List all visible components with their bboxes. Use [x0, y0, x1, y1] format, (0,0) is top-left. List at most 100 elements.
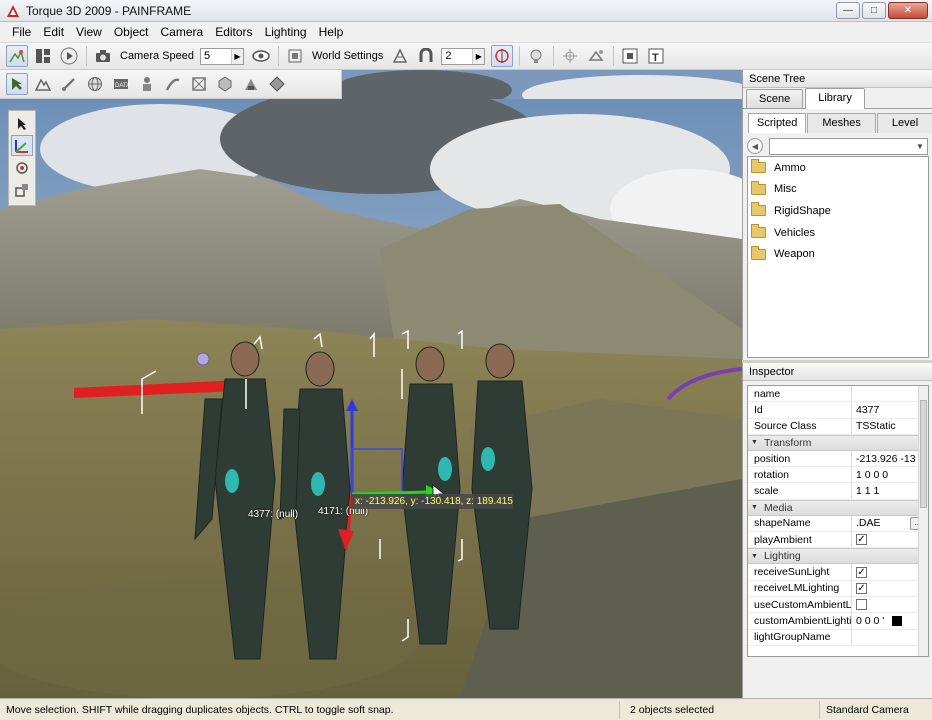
custom-ambient-field[interactable]: 0 0 0 ' [852, 613, 928, 628]
scale-field[interactable]: 1 1 1 [852, 483, 928, 498]
menu-editors[interactable]: Editors [209, 23, 258, 42]
list-item[interactable]: Misc [748, 179, 928, 201]
light-group-field[interactable] [852, 630, 928, 645]
gui-editor-button[interactable] [32, 45, 54, 67]
property-label: receiveLMLighting [748, 580, 852, 596]
grid-snap-icon [393, 48, 408, 63]
bounding-box-icon [588, 50, 604, 61]
custom-ambient-value[interactable]: 0 0 0 ' [856, 615, 884, 627]
property-label: Id [748, 402, 852, 418]
group-media[interactable]: ▼ Media [748, 499, 928, 516]
paint-button[interactable] [58, 73, 80, 95]
name-field[interactable] [852, 386, 928, 401]
road-icon [165, 78, 180, 91]
menu-object[interactable]: Object [108, 23, 155, 42]
grid-snap-button[interactable] [389, 45, 411, 67]
subtab-meshes[interactable]: Meshes [807, 113, 876, 133]
property-row-source-class: Source Class TSStatic [748, 418, 928, 435]
list-item[interactable]: Weapon [748, 243, 928, 265]
menu-view[interactable]: View [70, 23, 108, 42]
id-value: 4377 [856, 403, 880, 416]
toolbar-separator [553, 46, 555, 66]
shape-button[interactable] [240, 73, 262, 95]
road-button[interactable] [162, 73, 184, 95]
position-field[interactable]: -213.926 -13 [852, 451, 928, 466]
list-item[interactable]: RigidShape [748, 200, 928, 222]
rotation-field[interactable]: 1 0 0 0 [852, 467, 928, 482]
torque-logo-icon [7, 4, 19, 17]
inspector-scrollbar[interactable] [918, 386, 928, 656]
menu-lighting[interactable]: Lighting [259, 23, 313, 42]
select-tool[interactable] [11, 113, 33, 134]
camera-button[interactable] [92, 45, 114, 67]
toolbar-separator [278, 46, 279, 66]
toolbar-separator [613, 46, 615, 66]
menu-camera[interactable]: Camera [155, 23, 210, 42]
move-tool[interactable] [11, 135, 33, 156]
object-snap-button[interactable] [491, 45, 514, 67]
sky-button[interactable] [84, 73, 106, 95]
minimize-icon: — [843, 5, 853, 16]
play-ambient-checkbox[interactable]: ✓ [856, 534, 867, 546]
rotate-tool[interactable] [11, 157, 33, 178]
chevron-right-icon[interactable]: ▶ [231, 48, 243, 64]
decal-button[interactable] [188, 73, 210, 95]
list-item[interactable]: Vehicles [748, 222, 928, 244]
color-swatch[interactable] [892, 615, 903, 626]
snap-value[interactable]: 2 [442, 50, 472, 62]
select-arrow-icon [12, 78, 22, 90]
arrow-cursor-icon [18, 117, 26, 130]
library-subtabs: Scripted Meshes Level [743, 113, 932, 133]
material-button[interactable] [266, 73, 288, 95]
camera-speed-field[interactable]: 5 ▶ [200, 47, 244, 65]
menu-edit[interactable]: Edit [37, 23, 70, 42]
subtab-scripted[interactable]: Scripted [748, 113, 807, 133]
magnet-snap-button[interactable] [415, 45, 437, 67]
fit-view-button[interactable] [284, 45, 306, 67]
tab-scene[interactable]: Scene [746, 89, 804, 108]
visibility-button[interactable] [250, 45, 272, 67]
selection-center-button[interactable] [559, 45, 581, 67]
world-editor-button[interactable] [6, 45, 28, 67]
shape-name-field[interactable]: .DAE... [852, 516, 928, 531]
shape-name-value[interactable]: .DAE [856, 517, 881, 529]
list-item[interactable]: Ammo [748, 157, 928, 179]
coordinate-readout: x: -213.926, y: -130.418, z: 189.415 [351, 494, 513, 509]
snap-value-field[interactable]: 2 ▶ [441, 47, 486, 65]
minimize-button[interactable]: — [836, 2, 860, 19]
subtab-level[interactable]: Level [876, 113, 932, 133]
receive-lm-checkbox[interactable]: ✓ [856, 582, 867, 594]
camera-mode[interactable]: Standard Camera [820, 701, 932, 719]
scrollbar-thumb[interactable] [920, 400, 927, 508]
text-tool-button[interactable]: T [645, 45, 667, 67]
select-tool-button[interactable] [6, 73, 28, 95]
terrain-icon [35, 78, 51, 91]
fullscreen-button[interactable] [619, 45, 641, 67]
terrain-button[interactable] [32, 73, 54, 95]
particle-button[interactable] [136, 73, 158, 95]
group-lighting[interactable]: ▼ Lighting [748, 548, 928, 565]
use-custom-ambient-checkbox[interactable] [856, 599, 867, 611]
lighting-mode-button[interactable] [525, 45, 547, 67]
maximize-button[interactable]: □ [862, 2, 886, 19]
folder-icon [751, 159, 766, 174]
close-button[interactable]: ✕ [888, 2, 928, 19]
group-transform[interactable]: ▼ Transform [748, 434, 928, 451]
bounding-box-button[interactable] [585, 45, 607, 67]
triangle-down-icon: ▼ [751, 439, 758, 447]
chevron-right-icon[interactable]: ▶ [472, 48, 485, 64]
tab-library[interactable]: Library [805, 88, 865, 109]
datablock-button[interactable]: DATA [110, 73, 132, 95]
library-path-dropdown[interactable]: ▼ [769, 137, 928, 155]
triangle-down-icon: ▼ [751, 504, 758, 512]
play-button[interactable] [58, 45, 80, 67]
forest-button[interactable] [214, 73, 236, 95]
menu-help[interactable]: Help [313, 23, 350, 42]
world-settings-label[interactable]: World Settings [312, 50, 383, 62]
receive-sun-checkbox[interactable]: ✓ [856, 566, 867, 578]
3d-viewport[interactable]: 4377: (null) 4171: (null) x: -213.926, y… [0, 99, 742, 698]
back-button[interactable]: ◀ [747, 138, 763, 154]
menu-file[interactable]: File [6, 23, 37, 42]
camera-speed-value[interactable]: 5 [201, 50, 231, 62]
scale-tool[interactable] [11, 179, 33, 200]
